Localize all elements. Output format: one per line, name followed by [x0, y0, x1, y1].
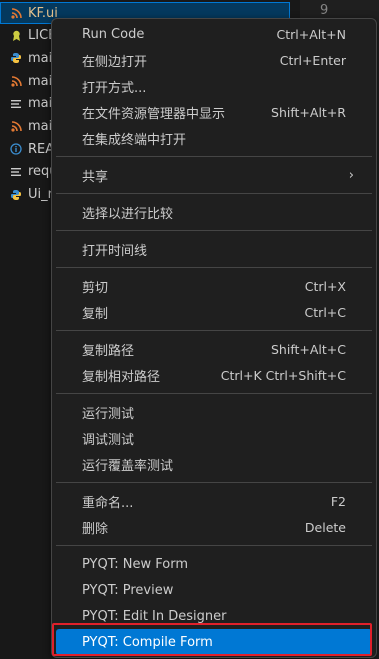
menu-separator	[56, 230, 372, 231]
menu-item-shortcut: Ctrl+C	[304, 304, 346, 320]
menu-item-label: 复制路径	[82, 343, 135, 359]
menu-item-shortcut: Shift+Alt+C	[270, 341, 346, 357]
context-menu: Run Code Ctrl+Alt+N 在侧边打开 Ctrl+Enter 打开方式...…	[51, 18, 377, 658]
menu-item[interactable]: Run Code Ctrl+Alt+N	[56, 21, 372, 47]
menu-item[interactable]: 重命名... F2	[56, 488, 372, 514]
license-icon	[10, 30, 22, 42]
menu-item[interactable]: 运行测试	[56, 399, 372, 425]
menu-item-label: 选择以进行比较	[82, 206, 174, 222]
menu-item-label: PYQT: Edit In Designer	[82, 608, 227, 624]
menu-item-label: 运行测试	[82, 406, 135, 422]
menu-separator	[56, 393, 372, 394]
menu-item-label: 在集成终端中打开	[82, 132, 187, 148]
menu-separator	[56, 545, 372, 546]
menu-item-shortcut: Ctrl+Enter	[279, 52, 346, 68]
menu-item[interactable]: 选择以进行比较	[56, 199, 372, 225]
menu-item-label: PYQT: Compile Form	[82, 634, 213, 650]
menu-item[interactable]: 在侧边打开 Ctrl+Enter	[56, 47, 372, 73]
rss-icon	[10, 7, 22, 19]
rss-icon	[10, 75, 22, 87]
menu-separator	[56, 482, 372, 483]
menu-separator	[56, 330, 372, 331]
file-name: mai	[28, 50, 53, 66]
chevron-right-icon: ›	[348, 167, 354, 183]
menu-item-label: PYQT: New Form	[82, 556, 188, 572]
line-number: 9	[320, 3, 329, 18]
menu-item-label: 重命名...	[82, 495, 134, 511]
menu-item[interactable]: 在集成终端中打开	[56, 125, 372, 151]
menu-item[interactable]: PYQT: Edit In Designer	[56, 603, 372, 629]
menu-item[interactable]: 复制相对路径 Ctrl+K Ctrl+Shift+C	[56, 362, 372, 388]
menu-item-label: 复制相对路径	[82, 369, 161, 385]
menu-separator	[56, 267, 372, 268]
menu-item[interactable]: 打开方式...	[56, 73, 372, 99]
menu-item[interactable]: 打开时间线	[56, 236, 372, 262]
menu-item-label: 在文件资源管理器中显示	[82, 106, 226, 122]
menu-item[interactable]: PYQT: Preview	[56, 577, 372, 603]
menu-item-shortcut: Ctrl+K Ctrl+Shift+C	[220, 367, 346, 383]
rss-icon	[10, 121, 22, 133]
menu-item-label: PYQT: Preview	[82, 582, 174, 598]
file-name: Ui_r	[28, 187, 53, 203]
menu-item-shortcut: F2	[330, 493, 346, 509]
python-icon	[10, 189, 22, 201]
menu-item-label: 运行覆盖率测试	[82, 458, 174, 474]
menu-item[interactable]: 复制路径 Shift+Alt+C	[56, 336, 372, 362]
menu-item-label: 调试测试	[82, 432, 135, 448]
menu-item-shortcut: Delete	[304, 519, 346, 535]
file-name: mai	[28, 73, 53, 89]
lines-icon	[10, 166, 22, 178]
menu-item-label: 在侧边打开	[82, 54, 148, 70]
menu-item[interactable]: 调试测试	[56, 425, 372, 451]
menu-item-label: 删除	[82, 521, 109, 537]
menu-item[interactable]: PYQT: New Form	[56, 551, 372, 577]
menu-item-label: 打开时间线	[82, 243, 148, 259]
file-name: mai	[28, 96, 53, 112]
lines-icon	[10, 98, 22, 110]
menu-separator	[56, 156, 372, 157]
menu-item-label: 剪切	[82, 280, 109, 296]
menu-item[interactable]: 运行覆盖率测试	[56, 451, 372, 477]
menu-item-shortcut: Ctrl+Alt+N	[276, 26, 346, 42]
menu-item[interactable]: 复制 Ctrl+C	[56, 299, 372, 325]
menu-item-label: Run Code	[82, 26, 145, 42]
info-icon	[10, 143, 22, 155]
file-name: mai	[28, 119, 53, 134]
menu-item[interactable]: 剪切 Ctrl+X	[56, 273, 372, 299]
menu-separator	[56, 193, 372, 194]
menu-item[interactable]: 删除 Delete	[56, 514, 372, 540]
menu-item[interactable]: 在文件资源管理器中显示 Shift+Alt+R	[56, 99, 372, 125]
menu-item-shortcut: Shift+Alt+R	[271, 104, 346, 120]
menu-item-label: 打开方式...	[82, 80, 147, 96]
menu-item-label: 复制	[82, 306, 109, 322]
menu-item[interactable]: 共享 ›	[56, 162, 372, 188]
python-icon	[10, 52, 22, 64]
menu-item[interactable]: PYQT: Compile Form	[56, 629, 372, 655]
menu-item-shortcut: Ctrl+X	[304, 278, 346, 294]
menu-item-label: 共享	[82, 169, 109, 185]
